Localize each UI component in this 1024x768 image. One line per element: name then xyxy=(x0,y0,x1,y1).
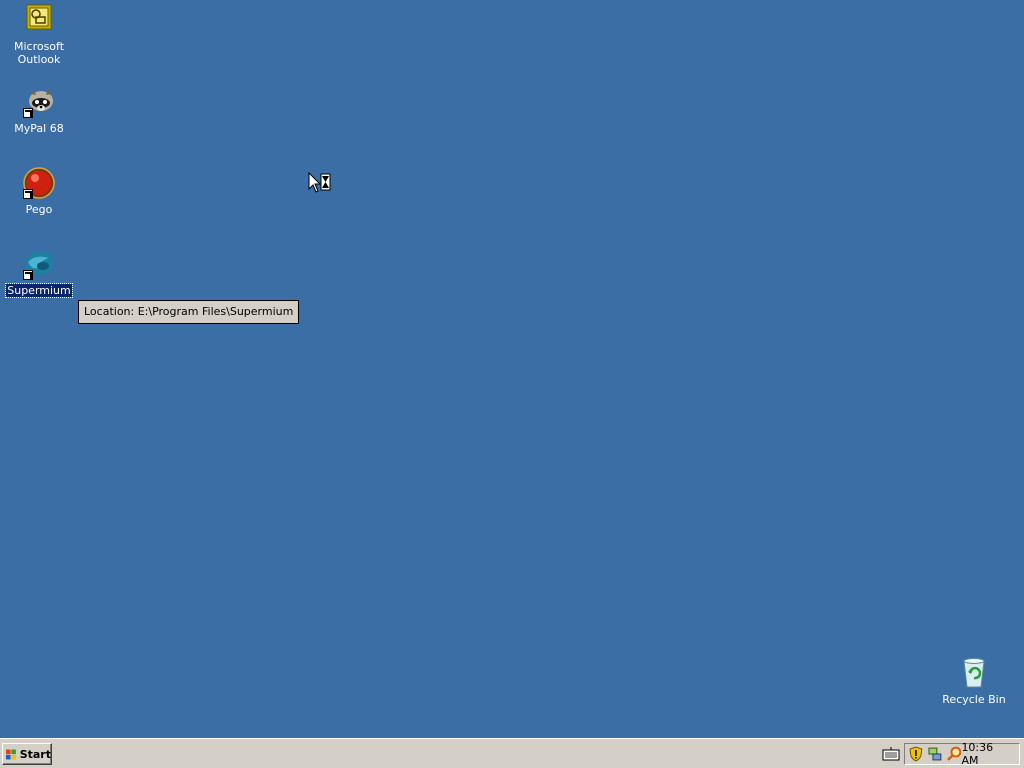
network-icon[interactable] xyxy=(927,746,943,762)
desktop-icon-pego[interactable]: Pego xyxy=(1,167,77,216)
taskbar: Start 10:36 AM xyxy=(0,738,1024,768)
desktop-icon-label: MyPal 68 xyxy=(14,122,64,135)
desktop-icon-supermium[interactable]: Supermium xyxy=(1,248,77,298)
start-label: Start xyxy=(19,747,51,761)
shortcut-arrow-icon xyxy=(23,270,33,280)
system-tray: 10:36 AM xyxy=(904,741,1020,767)
supermium-icon xyxy=(23,248,55,280)
outlook-icon xyxy=(26,4,52,30)
desktop-icon-recycle-bin[interactable]: Recycle Bin xyxy=(936,657,1012,706)
desktop-icon-mypal[interactable]: MyPal 68 xyxy=(1,86,77,135)
start-button[interactable]: Start xyxy=(2,743,52,765)
desktop-icon-label: Recycle Bin xyxy=(942,693,1006,706)
desktop-icon-label: Supermium xyxy=(5,283,73,298)
busy-cursor-icon xyxy=(308,171,332,194)
mypal-raccoon-icon xyxy=(23,86,55,118)
desktop-icon-label: Microsoft Outlook xyxy=(13,40,65,66)
search-magnifier-icon[interactable] xyxy=(946,746,962,762)
security-shield-icon[interactable] xyxy=(908,746,924,762)
windows-flag-icon xyxy=(6,749,16,759)
clock[interactable]: 10:36 AM xyxy=(961,741,1013,767)
shortcut-arrow-icon xyxy=(23,108,33,118)
desktop: Microsoft Outlook MyPal 68 Pego Supermiu… xyxy=(0,0,1024,738)
location-tooltip: Location: E:\Program Files\Supermium xyxy=(78,300,300,324)
pego-red-ball-icon xyxy=(23,167,55,199)
keyboard-icon[interactable] xyxy=(882,746,900,762)
shortcut-arrow-icon xyxy=(23,189,33,199)
recycle-bin-icon xyxy=(958,657,990,689)
desktop-icon-microsoft-outlook[interactable]: Microsoft Outlook xyxy=(1,4,77,66)
desktop-icon-label: Pego xyxy=(25,203,53,216)
